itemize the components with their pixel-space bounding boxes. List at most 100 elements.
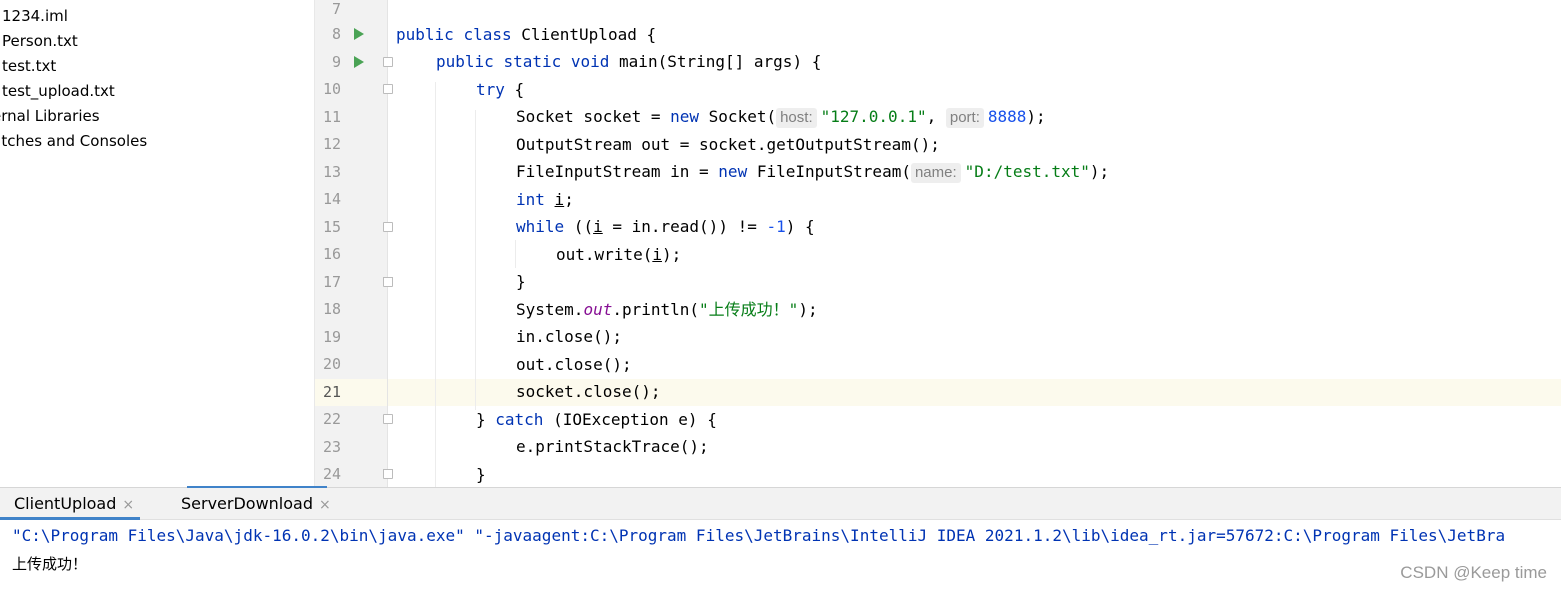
run-main-icon[interactable] bbox=[354, 56, 364, 68]
tab-accent-line bbox=[187, 486, 327, 488]
code-line-19: in.close(); bbox=[516, 327, 622, 346]
indent-guide bbox=[435, 82, 436, 487]
fold-icon[interactable] bbox=[383, 84, 393, 94]
fold-icon[interactable] bbox=[383, 57, 393, 67]
run-tool-window-tabs: ClientUpload × ServerDownload × bbox=[0, 487, 1561, 520]
project-tree: 1234.iml Person.txt test.txt test_upload… bbox=[0, 0, 314, 487]
code-line-11: Socket socket = new Socket(host: "127.0.0… bbox=[516, 103, 1046, 130]
tree-item-external-libraries[interactable]: ernal Libraries bbox=[0, 104, 100, 129]
line-number: 20 bbox=[322, 355, 341, 373]
code-token: public bbox=[396, 25, 454, 44]
code-token: (String[] args) { bbox=[657, 52, 822, 71]
fold-end-icon[interactable] bbox=[383, 277, 393, 287]
code-token: i bbox=[652, 245, 662, 264]
code-token: out.write( bbox=[556, 245, 653, 264]
line-number: 9 bbox=[331, 53, 341, 71]
run-class-icon[interactable] bbox=[354, 28, 364, 40]
line-number: 12 bbox=[322, 135, 341, 153]
code-line-23: e.printStackTrace(); bbox=[516, 437, 709, 456]
current-line-highlight bbox=[315, 379, 1561, 406]
close-icon[interactable]: × bbox=[122, 497, 134, 513]
code-token: ; bbox=[564, 190, 574, 209]
code-line-8: public class ClientUpload { bbox=[396, 21, 656, 48]
line-number: 19 bbox=[322, 328, 341, 346]
indent-guide bbox=[515, 240, 516, 268]
code-token: ); bbox=[798, 300, 818, 319]
code-line-24: } bbox=[476, 465, 486, 484]
code-token: out bbox=[583, 300, 613, 319]
line-number: 18 bbox=[322, 300, 341, 318]
code-line-9: public static void main(String[] args) { bbox=[436, 48, 821, 75]
code-token: ); bbox=[1089, 162, 1110, 181]
tab-server-download[interactable]: ServerDownload × bbox=[181, 488, 331, 520]
line-number: 10 bbox=[322, 80, 341, 98]
fold-end-icon[interactable] bbox=[383, 469, 393, 479]
line-number: 8 bbox=[331, 25, 341, 43]
code-token: .println( bbox=[612, 300, 700, 319]
code-token: "D:/test.txt" bbox=[964, 162, 1090, 181]
code-token: -1 bbox=[766, 217, 786, 236]
line-number: 23 bbox=[322, 438, 341, 456]
tree-item-test-upload-txt[interactable]: test_upload.txt bbox=[2, 79, 115, 104]
code-token: "127.0.0.1" bbox=[820, 107, 927, 126]
code-line-20: out.close(); bbox=[516, 355, 632, 374]
code-token: (( bbox=[564, 217, 594, 236]
indent-guide bbox=[475, 110, 476, 410]
line-number: 17 bbox=[322, 273, 341, 291]
code-token: int bbox=[516, 190, 545, 209]
code-token: while bbox=[516, 217, 565, 236]
code-token: FileInputStream( bbox=[747, 162, 911, 181]
tree-item-iml[interactable]: 1234.iml bbox=[2, 4, 68, 29]
code-token: ); bbox=[1026, 107, 1046, 126]
line-number: 7 bbox=[331, 0, 341, 18]
code-line-13: FileInputStream in = new FileInputStream… bbox=[516, 158, 1109, 185]
fold-icon[interactable] bbox=[383, 222, 393, 232]
line-number-current: 21 bbox=[322, 383, 341, 401]
code-token: public bbox=[436, 52, 494, 71]
console-command-line: "C:\Program Files\Java\jdk-16.0.2\bin\ja… bbox=[12, 526, 1506, 545]
code-token: 8888 bbox=[987, 107, 1027, 126]
watermark: CSDN @Keep time bbox=[1400, 563, 1547, 582]
tab-label: ClientUpload bbox=[14, 494, 117, 513]
line-number: 11 bbox=[322, 108, 341, 126]
code-token: { bbox=[504, 80, 525, 99]
line-number: 24 bbox=[322, 465, 341, 483]
code-token: Socket( bbox=[699, 107, 777, 126]
tree-item-person-txt[interactable]: Person.txt bbox=[2, 29, 78, 54]
code-token: new bbox=[718, 162, 748, 181]
tree-item-scratches-consoles[interactable]: ratches and Consoles bbox=[0, 129, 147, 154]
line-number: 14 bbox=[322, 190, 341, 208]
code-token: new bbox=[670, 107, 700, 126]
code-token: class bbox=[463, 25, 512, 44]
code-line-18: System.out.println("上传成功！"); bbox=[516, 296, 818, 323]
code-token: } bbox=[476, 410, 496, 429]
code-line-22: } catch (IOException e) { bbox=[476, 406, 717, 433]
code-token: void bbox=[570, 52, 610, 71]
code-line-10: try { bbox=[476, 76, 524, 103]
code-token: ) { bbox=[785, 217, 815, 236]
tab-label: ServerDownload bbox=[181, 494, 313, 513]
code-token: static bbox=[503, 52, 562, 71]
code-token: i bbox=[554, 190, 565, 209]
code-token: , bbox=[926, 107, 946, 126]
code-line-14: int i; bbox=[516, 186, 574, 213]
code-line-16: out.write(i); bbox=[556, 241, 681, 268]
code-token: ); bbox=[661, 245, 682, 264]
param-hint-name: name: bbox=[910, 163, 961, 183]
code-editor[interactable]: 7 8 9 10 11 12 13 14 15 16 17 18 19 20 2… bbox=[314, 0, 1561, 487]
param-hint-port: port: bbox=[945, 108, 984, 128]
code-token: (IOException e) { bbox=[543, 410, 717, 429]
fold-icon[interactable] bbox=[383, 414, 393, 424]
tree-item-test-txt[interactable]: test.txt bbox=[2, 54, 56, 79]
tab-client-upload[interactable]: ClientUpload × bbox=[14, 488, 134, 520]
run-console[interactable]: "C:\Program Files\Java\jdk-16.0.2\bin\ja… bbox=[0, 520, 1561, 594]
code-line-17: } bbox=[516, 272, 526, 291]
code-token: Socket socket = bbox=[516, 107, 671, 126]
close-icon[interactable]: × bbox=[319, 497, 331, 513]
line-number: 22 bbox=[322, 410, 341, 428]
code-line-21: socket.close(); bbox=[516, 382, 661, 401]
console-output-line: 上传成功！ bbox=[12, 555, 88, 573]
code-token: "上传成功！" bbox=[699, 300, 799, 319]
line-number: 15 bbox=[322, 218, 341, 236]
